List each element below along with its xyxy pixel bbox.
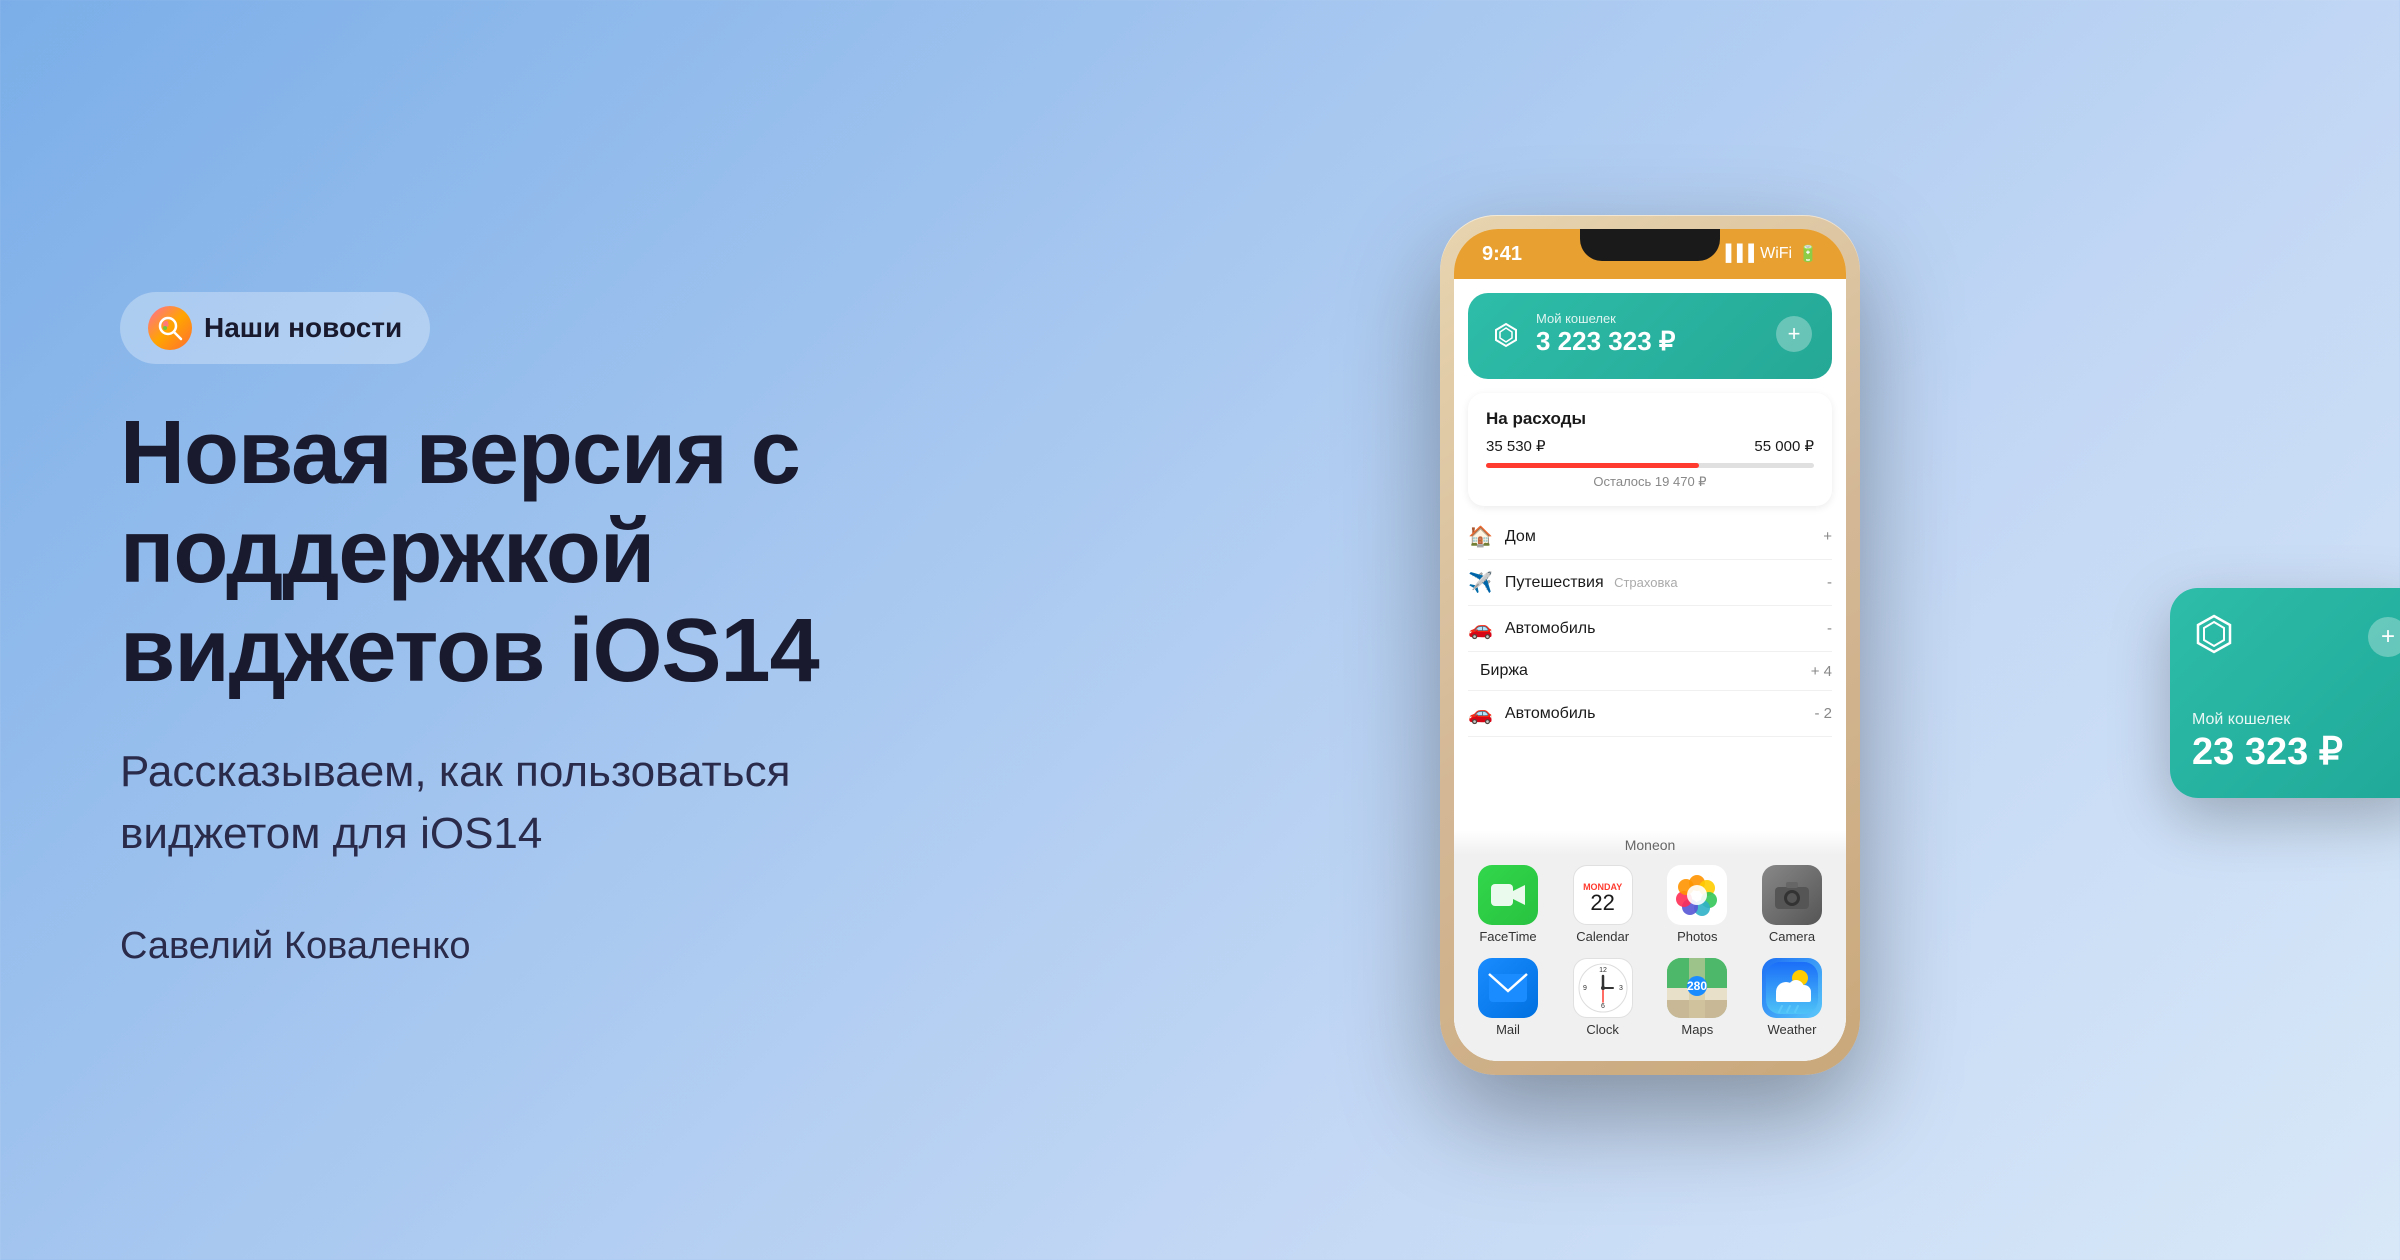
signal-icon: ▐▐▐ [1720, 245, 1754, 263]
app-clock[interactable]: 12 3 6 9 [1567, 958, 1639, 1037]
transaction-amount: - [1827, 620, 1832, 637]
svg-text:12: 12 [1599, 967, 1607, 974]
expense-section: На расходы 35 530 ₽ 55 000 ₽ Осталось 19… [1468, 393, 1832, 506]
overlay-amount: 23 323 ₽ [2192, 729, 2400, 774]
facetime-icon [1478, 865, 1538, 925]
widget-label: Мой кошелек [1536, 311, 1776, 326]
svg-text:3: 3 [1619, 985, 1623, 992]
widget-plus-button[interactable]: + [1776, 316, 1812, 352]
list-item[interactable]: ✈️ Путешествия Страховка - [1468, 560, 1832, 606]
weather-icon [1762, 958, 1822, 1018]
overlay-logo [2192, 612, 2236, 661]
progress-bar [1486, 463, 1814, 468]
maps-bg: 280 [1667, 958, 1727, 1018]
expense-title: На расходы [1486, 409, 1814, 429]
widget-header: Мой кошелек 3 223 323 ₽ + [1488, 311, 1812, 357]
list-item[interactable]: 🏠 Дом + [1468, 514, 1832, 560]
transaction-amount: - 2 [1814, 705, 1832, 722]
app-grid: FaceTime Monday 22 Calendar [1454, 855, 1846, 1061]
badge: Наши новости [120, 292, 430, 364]
main-title: Новая версия с поддержкой виджетов iOS14 [120, 404, 820, 701]
calendar-icon: Monday 22 [1573, 865, 1633, 925]
widget-amount: 3 223 323 ₽ [1536, 326, 1776, 357]
app-row-2: Mail 12 3 6 [1472, 958, 1828, 1037]
transaction-amount: + [1823, 528, 1832, 545]
battery-icon: 🔋 [1798, 244, 1818, 264]
home-icon: 🏠 [1468, 524, 1493, 549]
status-time: 9:41 [1482, 243, 1522, 266]
widget-info: Мой кошелек 3 223 323 ₽ [1536, 311, 1776, 357]
maps-label: Maps [1681, 1022, 1713, 1037]
moneon-widget[interactable]: Мой кошелек 3 223 323 ₽ + [1468, 293, 1832, 379]
facetime-label: FaceTime [1479, 929, 1536, 944]
app-facetime[interactable]: FaceTime [1472, 865, 1544, 944]
svg-text:280: 280 [1687, 979, 1707, 993]
clock-label: Clock [1586, 1022, 1619, 1037]
status-bar: 9:41 ▐▐▐ WiFi 🔋 [1454, 229, 1846, 279]
phone-screen: 9:41 ▐▐▐ WiFi 🔋 [1454, 229, 1846, 1061]
weather-label: Weather [1768, 1022, 1817, 1037]
calendar-label: Calendar [1576, 929, 1629, 944]
svg-text:6: 6 [1601, 1003, 1605, 1010]
status-icons: ▐▐▐ WiFi 🔋 [1720, 244, 1818, 264]
app-row-1: FaceTime Monday 22 Calendar [1472, 865, 1828, 944]
calendar-day-number: 22 [1590, 892, 1614, 914]
app-label-bar: Moneon [1454, 831, 1846, 855]
app-maps[interactable]: 280 Maps [1661, 958, 1733, 1037]
right-section: 9:41 ▐▐▐ WiFi 🔋 [900, 0, 2400, 1260]
badge-icon [148, 306, 192, 350]
app-photos[interactable]: Photos [1661, 865, 1733, 944]
notch [1580, 229, 1720, 261]
app-calendar[interactable]: Monday 22 Calendar [1567, 865, 1639, 944]
app-weather[interactable]: Weather [1756, 958, 1828, 1037]
travel-icon: ✈️ [1468, 570, 1493, 595]
svg-text:9: 9 [1583, 985, 1587, 992]
transaction-tag: Страховка [1614, 575, 1678, 590]
mail-label: Mail [1496, 1022, 1520, 1037]
photos-label: Photos [1677, 929, 1717, 944]
maps-icon: 280 [1667, 958, 1727, 1018]
overlay-plus-button[interactable]: + [2368, 617, 2400, 657]
remaining-amount: Осталось 19 470 ₽ [1486, 474, 1814, 490]
left-section: Наши новости Новая версия с поддержкой в… [0, 192, 900, 1067]
app-mail[interactable]: Mail [1472, 958, 1544, 1037]
transaction-name: Автомобиль [1505, 620, 1827, 638]
phone-mockup: 9:41 ▐▐▐ WiFi 🔋 [1440, 215, 1860, 1075]
expense-spent: 35 530 ₽ [1486, 437, 1546, 455]
overlay-wallet-label: Мой кошелек [2192, 711, 2400, 729]
transaction-list: 🏠 Дом + ✈️ Путешествия Страховка - 🚗 Авт… [1468, 514, 1832, 831]
camera-icon [1762, 865, 1822, 925]
photos-icon [1667, 865, 1727, 925]
overlay-header: + [2192, 612, 2400, 661]
list-item[interactable]: 🚗 Автомобиль - [1468, 606, 1832, 652]
camera-label: Camera [1769, 929, 1815, 944]
badge-label: Наши новости [204, 312, 402, 344]
author: Савелий Коваленко [120, 925, 820, 968]
transaction-name: Дом [1505, 528, 1823, 546]
app-camera[interactable]: Camera [1756, 865, 1828, 944]
car-icon: 🚗 [1468, 616, 1493, 641]
widget-logo [1488, 316, 1524, 352]
transaction-name: Путешествия Страховка [1505, 574, 1827, 592]
overlay-content: Мой кошелек 23 323 ₽ [2192, 711, 2400, 774]
list-item[interactable]: 🚗 Автомобиль - 2 [1468, 691, 1832, 737]
wifi-icon: WiFi [1760, 245, 1792, 263]
widget-overlay[interactable]: + Мой кошелек 23 323 ₽ [2170, 588, 2400, 798]
transaction-name: Биржа [1480, 662, 1811, 680]
mail-icon [1478, 958, 1538, 1018]
expense-amounts: 35 530 ₽ 55 000 ₽ [1486, 437, 1814, 455]
subtitle: Рассказываем, как пользоватьсявиджетом д… [120, 741, 820, 864]
transaction-name: Автомобиль [1505, 705, 1815, 723]
clock-icon: 12 3 6 9 [1573, 958, 1633, 1018]
car2-icon: 🚗 [1468, 701, 1493, 726]
expense-total: 55 000 ₽ [1754, 437, 1814, 455]
transaction-amount: - [1827, 574, 1832, 591]
list-item[interactable]: Биржа + 4 [1468, 652, 1832, 691]
progress-fill [1486, 463, 1699, 468]
transaction-amount: + 4 [1811, 663, 1832, 680]
phone-content: Мой кошелек 3 223 323 ₽ + На расходы 35 … [1454, 279, 1846, 1061]
